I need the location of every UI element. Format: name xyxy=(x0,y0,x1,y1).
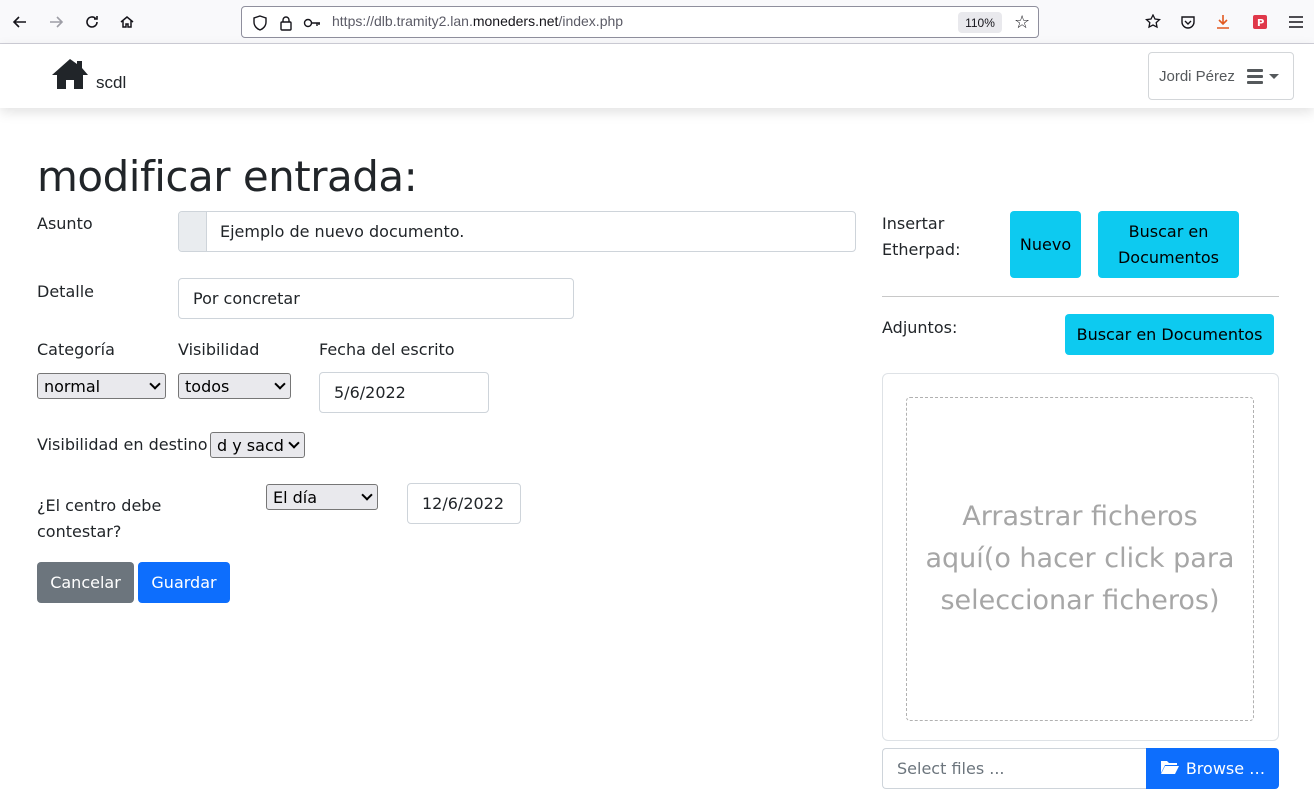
file-dropzone[interactable]: Arrastrar ficheros aquí(o hacer click pa… xyxy=(906,397,1254,721)
save-button[interactable]: Guardar xyxy=(138,562,230,603)
categoria-select[interactable]: normal xyxy=(37,373,166,399)
shield-icon[interactable] xyxy=(250,13,270,33)
address-bar[interactable]: https://dlb.tramity2.lan.moneders.net/in… xyxy=(241,6,1039,38)
etherpad-label-line2: Etherpad: xyxy=(882,240,961,259)
folder-open-icon xyxy=(1160,759,1180,779)
buscar-documentos-adjuntos-button[interactable]: Buscar en Documentos xyxy=(1065,314,1274,355)
visibilidad-select[interactable]: todos xyxy=(178,373,291,399)
divider xyxy=(882,296,1279,297)
brand-name: scdl xyxy=(96,73,127,92)
contestar-fecha-input[interactable]: 12/6/2022 xyxy=(407,483,521,524)
asunto-input[interactable]: Ejemplo de nuevo documento. xyxy=(178,211,856,252)
etherpad-label-line1: Insertar xyxy=(882,214,945,233)
contestar-value: El día xyxy=(273,487,318,507)
app-navbar: scdl Jordi Pérez xyxy=(0,44,1314,108)
adjuntos-label: Adjuntos: xyxy=(882,318,958,337)
home-icon xyxy=(50,57,90,95)
file-name-input[interactable]: Select files ... xyxy=(882,748,1147,789)
app-menu-icon[interactable] xyxy=(1284,10,1308,34)
categoria-label: Categoría xyxy=(37,340,115,359)
nuevo-etherpad-button[interactable]: Nuevo xyxy=(1010,211,1081,278)
etherpad-label: Insertar Etherpad: xyxy=(882,211,960,263)
caret-down-icon xyxy=(1268,73,1279,79)
bookmark-star-icon[interactable]: ☆ xyxy=(1014,12,1030,33)
home-icon[interactable] xyxy=(113,8,141,36)
brand-link[interactable]: scdl xyxy=(50,57,126,95)
contestar-label-line1: ¿El centro debe xyxy=(37,496,162,515)
asunto-label: Asunto xyxy=(37,214,93,233)
contestar-select[interactable]: El día xyxy=(266,484,378,510)
buscar-label-line1: Buscar en xyxy=(1128,221,1209,241)
contestar-label-line2: contestar? xyxy=(37,522,122,541)
back-arrow-icon[interactable] xyxy=(6,8,34,36)
visibilidad-value: todos xyxy=(185,376,230,396)
svg-text:P: P xyxy=(1257,18,1264,29)
categoria-value: normal xyxy=(44,376,101,396)
user-name: Jordi Pérez xyxy=(1159,67,1235,85)
detalle-input[interactable]: Por concretar xyxy=(178,278,574,319)
contestar-label: ¿El centro debe contestar? xyxy=(37,493,161,545)
dropzone-card: Arrastrar ficheros aquí(o hacer click pa… xyxy=(882,373,1279,741)
vis-destino-label: Visibilidad en destino xyxy=(37,435,208,454)
buscar-documentos-etherpad-button[interactable]: Buscar en Documentos xyxy=(1098,211,1239,278)
browser-toolbar: https://dlb.tramity2.lan.moneders.net/in… xyxy=(0,0,1314,44)
buscar-label-line2: Documentos xyxy=(1117,247,1219,267)
page-title: modificar entrada: xyxy=(37,152,418,201)
url-text[interactable]: https://dlb.tramity2.lan.moneders.net/in… xyxy=(332,13,623,29)
zoom-level-badge[interactable]: 110% xyxy=(958,12,1002,33)
visibilidad-label: Visibilidad xyxy=(178,340,260,359)
browse-button[interactable]: Browse … xyxy=(1146,748,1279,789)
reload-icon[interactable] xyxy=(78,8,106,36)
extension-icon[interactable]: P xyxy=(1248,10,1272,34)
vis-destino-select[interactable]: d y sacd xyxy=(210,432,305,458)
detalle-label: Detalle xyxy=(37,282,94,301)
pocket-icon[interactable] xyxy=(1176,10,1200,34)
lock-icon[interactable] xyxy=(276,13,296,33)
chevron-down-icon xyxy=(361,489,373,501)
fecha-label: Fecha del escrito xyxy=(319,340,455,359)
asunto-addon xyxy=(179,212,207,251)
cancel-button[interactable]: Cancelar xyxy=(37,562,134,603)
forward-arrow-icon[interactable] xyxy=(42,8,70,36)
pocket-save-icon[interactable] xyxy=(1141,10,1165,34)
chevron-down-icon xyxy=(149,378,161,390)
chevron-down-icon xyxy=(288,437,300,449)
fecha-input[interactable]: 5/6/2022 xyxy=(319,372,489,413)
download-icon[interactable] xyxy=(1211,10,1235,34)
asunto-value: Ejemplo de nuevo documento. xyxy=(220,222,465,241)
chevron-down-icon xyxy=(274,378,286,390)
vis-destino-value: d y sacd xyxy=(217,435,284,455)
key-icon[interactable] xyxy=(302,13,322,33)
hamburger-icon xyxy=(1246,68,1263,84)
user-menu-dropdown[interactable]: Jordi Pérez xyxy=(1148,52,1294,100)
browse-label: Browse … xyxy=(1185,759,1266,778)
